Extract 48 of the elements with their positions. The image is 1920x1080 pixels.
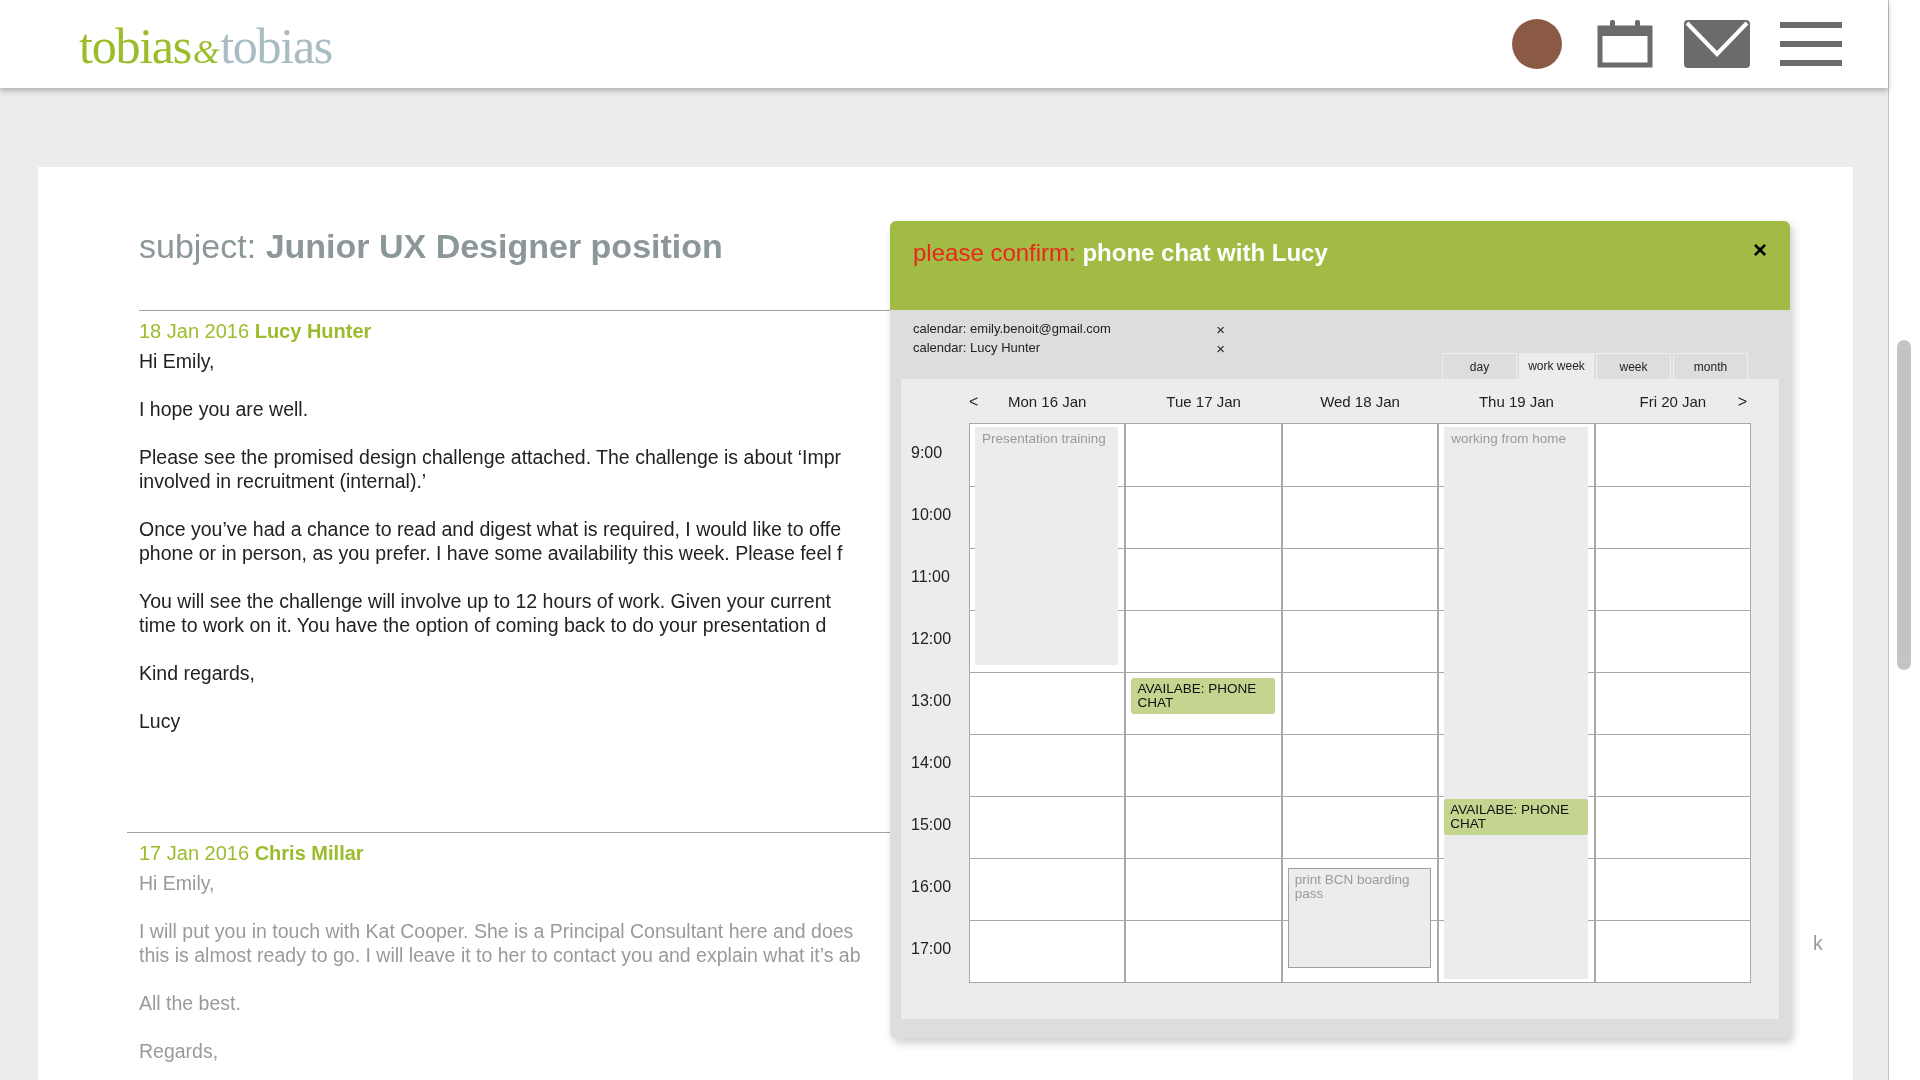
calendar-label: calendar: Lucy Hunter: [913, 339, 1041, 357]
view-tab[interactable]: day: [1442, 353, 1517, 379]
message-paragraph: Regards,: [139, 1038, 219, 1063]
remove-calendar-button[interactable]: ×: [1216, 340, 1225, 356]
message-paragraph: I will put you in touch with Kat Cooper. She is a Principal Consultant here and does this is almost ready to go. I will leave it to her to contact you and explain what it’s ab: [139, 918, 861, 967]
scrollbar-thumb[interactable]: [1897, 340, 1911, 670]
close-button[interactable]: ×: [1753, 238, 1767, 262]
calendar-label: calendar: emily.benoit@gmail.com: [913, 320, 1111, 338]
message-paragraph: Once you’ve had a chance to read and digest what is required, I would like to offe phone or in person, as you prefer. I have some availability this week. Please feel f: [139, 516, 843, 565]
calendar-icon[interactable]: [1596, 19, 1654, 69]
next-week-button[interactable]: >: [1737, 394, 1748, 411]
avatar[interactable]: [1512, 19, 1562, 69]
subject-title: subject: Junior UX Designer position: [139, 226, 723, 267]
message-header: 17 Jan 2016 Chris Millar: [139, 840, 364, 866]
hour-label: 17:00: [911, 940, 952, 957]
day-label: Wed 18 Jan: [1320, 392, 1400, 412]
view-tab[interactable]: week: [1596, 353, 1671, 379]
message-paragraph: Please see the promised design challenge attached. The challenge is about ‘Impr involved in recruitment (internal).’: [139, 444, 842, 493]
day-label: Fri 20 Jan: [1639, 392, 1707, 412]
message-paragraph: You will see the challenge will involve up to 12 hours of work. Given your current time to work on it. You have the option of coming back to do your presentation d: [139, 588, 831, 637]
view-tab[interactable]: work week: [1519, 353, 1594, 379]
hour-label: 9:00: [911, 444, 943, 461]
hour-label: 14:00: [911, 754, 952, 771]
dialog-title: please confirm: phone chat with Lucy: [913, 238, 1328, 268]
mail-icon[interactable]: [1684, 20, 1750, 68]
hour-label: 13:00: [911, 692, 952, 709]
message-paragraph: Hi Emily,: [139, 348, 215, 373]
message-header: 18 Jan 2016 Lucy Hunter: [139, 318, 372, 344]
message-paragraph: Hi Emily,: [139, 870, 215, 895]
message-paragraph: Lucy: [139, 708, 181, 733]
message-paragraph: All the best.: [139, 990, 241, 1015]
message-paragraph: I hope you are well.: [139, 396, 309, 421]
day-label: Mon 16 Jan: [1008, 392, 1087, 412]
available-slot[interactable]: AVAILABE: PHONE CHAT: [1444, 799, 1588, 835]
day-label: Tue 17 Jan: [1166, 392, 1241, 412]
hour-label: 16:00: [911, 878, 952, 895]
day-label: Thu 19 Jan: [1478, 392, 1554, 412]
previous-week-button[interactable]: <: [969, 394, 979, 411]
view-tab[interactable]: month: [1673, 353, 1748, 379]
hour-label: 12:00: [911, 630, 952, 647]
menu-icon[interactable]: [1780, 20, 1842, 68]
hour-label: 15:00: [911, 816, 952, 833]
message-paragraph: Kind regards,: [139, 660, 255, 685]
remove-calendar-button[interactable]: ×: [1216, 321, 1225, 337]
hour-label: 11:00: [911, 568, 950, 585]
available-slot[interactable]: AVAILABE: PHONE CHAT: [1131, 678, 1275, 714]
hour-label: 10:00: [911, 506, 952, 523]
cut-text: k: [1813, 930, 1823, 955]
